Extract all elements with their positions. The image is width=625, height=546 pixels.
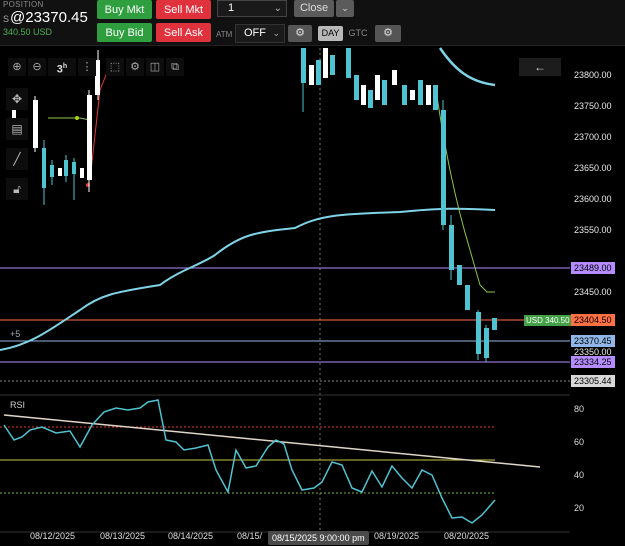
price-axis-label: 23600.00 [574, 194, 612, 204]
bar-period-select[interactable]: 3h [48, 58, 76, 76]
zoom-in-icon[interactable]: ⊕ [8, 58, 26, 76]
last-price-tag: 23370.45 [571, 335, 615, 347]
time-axis-label: 08/19/2025 [374, 531, 420, 541]
vwap-upper-band [438, 47, 496, 87]
indicators-icon[interactable]: ⋮ [78, 58, 96, 76]
price-axis-label: 23450.00 [574, 287, 612, 297]
rsi-axis-label: 60 [574, 437, 585, 447]
price-axis-label: 23800.00 [574, 70, 612, 80]
rsi-label: RSI [10, 400, 26, 410]
ma-marker [75, 116, 79, 120]
rsi-axis-label: 40 [574, 470, 585, 480]
time-axis-label: 08/14/2025 [168, 531, 214, 541]
price-axis-label: 23750.00 [574, 101, 612, 111]
select-area-icon[interactable]: ⬚ [106, 58, 124, 76]
screenshot-icon[interactable]: ◫ [146, 58, 164, 76]
price-axis-label: 23550.00 [574, 225, 612, 235]
lock-icon[interactable]: 🔓︎ [6, 178, 28, 200]
time-axis-label: 08/20/2025 [444, 531, 490, 541]
rsi-line [3, 399, 496, 524]
crosshair-time-label: 08/15/2025 9:00:00 pm [268, 531, 369, 545]
crosshair-tool-icon[interactable]: ✥ [6, 88, 28, 110]
entry-price-tag: 23404.50 [571, 314, 615, 326]
price-axis-label: 23700.00 [574, 132, 612, 142]
price-axis-label: 23650.00 [574, 163, 612, 173]
rsi-axis-label: 20 [574, 503, 585, 513]
chart-canvas[interactable] [0, 0, 625, 546]
time-axis-label: 08/12/2025 [30, 531, 76, 541]
resistance-price-tag: 23489.00 [571, 262, 615, 274]
chart-toolbar: ⊕ ⊖ 3h ⋮ ⬚ ⚙ ◫ ⧉ [8, 58, 184, 76]
copy-chart-icon[interactable]: ⧉ [166, 58, 184, 76]
position-pnl-tag: USD 340.50 [524, 315, 572, 326]
time-axis-label: 08/15/ [237, 531, 263, 541]
time-axis-label: 08/13/2025 [100, 531, 146, 541]
rsi-trend-line [3, 414, 541, 468]
line-tool-icon[interactable]: ╱ [6, 148, 28, 170]
offset-label: +5 [10, 329, 21, 339]
zoom-out-icon[interactable]: ⊖ [28, 58, 46, 76]
candles [12, 48, 497, 362]
notes-icon[interactable]: ▤ [6, 118, 28, 140]
rsi-axis-label: 80 [574, 404, 585, 414]
support-price-tag: 23334.25 [571, 356, 615, 368]
chart-settings-gear-icon[interactable]: ⚙ [126, 58, 144, 76]
moving-average-line [48, 89, 495, 293]
back-arrow-icon[interactable]: ← [519, 58, 561, 76]
drawing-tools: ✥ ▤ ╱ 🔓︎ [6, 88, 28, 208]
vwap-line [0, 207, 496, 351]
low-price-tag: 23305.44 [571, 375, 615, 387]
